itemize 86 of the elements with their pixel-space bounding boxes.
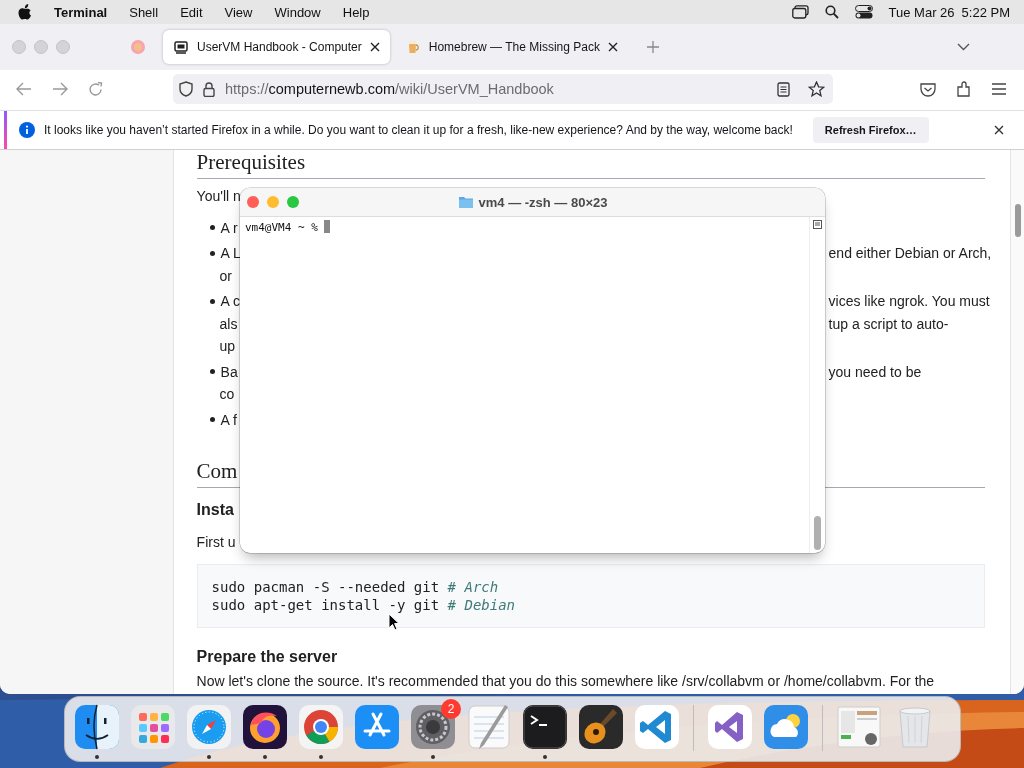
lock-icon[interactable] [203, 81, 215, 97]
list-item-text: A c [220, 292, 241, 311]
window-thumbnail-icon[interactable] [835, 703, 883, 751]
app-store-icon[interactable] [353, 703, 401, 751]
paragraph-text: First u [196, 533, 236, 550]
list-item-text: A L [220, 244, 241, 263]
reader-view-icon[interactable] [777, 81, 790, 97]
list-item-text: end either Debian or Arch, [828, 245, 992, 261]
app-menu[interactable]: Terminal [54, 4, 108, 20]
refresh-button[interactable]: Refresh Firefox… [812, 117, 929, 143]
list-item-text: als [219, 315, 238, 332]
paragraph-text: You'll n [196, 188, 241, 204]
notification-message: It looks like you haven’t started Firefox in a while. Do you want to clean it up for a fresh, like-new experience? And by the way, welcome back! [44, 123, 793, 137]
list-item-text: co [219, 386, 235, 402]
text-cursor [324, 220, 331, 233]
finder-icon[interactable] [73, 703, 121, 751]
extensions-icon[interactable] [956, 81, 972, 97]
section-heading: Com [196, 459, 238, 483]
bullet-dot [209, 417, 215, 423]
apple-icon[interactable] [18, 4, 32, 20]
window-title: vm4 — -zsh — 80×23 [478, 194, 608, 210]
menubar-time[interactable]: 5:22 PM [961, 4, 1010, 20]
bullet-dot [209, 298, 215, 304]
bullet-dot [209, 369, 215, 375]
list-item-text: A f [220, 410, 237, 430]
back-icon[interactable] [16, 82, 32, 96]
reload-icon[interactable] [88, 81, 103, 97]
url-text[interactable]: https://computernewb.com/wiki/UserVM_Handbook [225, 81, 554, 97]
windows-icon[interactable] [791, 5, 809, 19]
app-grid-icon[interactable] [129, 703, 177, 751]
menubar-date[interactable]: Tue Mar 26 [888, 4, 955, 20]
gear-icon[interactable] [409, 703, 457, 751]
menu-item[interactable]: View [224, 4, 253, 20]
pocket-icon[interactable] [920, 81, 936, 97]
menu-item[interactable]: Window [274, 4, 321, 20]
browser-tab[interactable]: Homebrew — The Missing Pack [394, 30, 628, 64]
list-item-text: A r [220, 218, 238, 238]
notification-badge: 2 [441, 699, 461, 719]
subsection-heading: Prepare the server [196, 648, 338, 665]
scrollbar-thumb[interactable] [814, 516, 821, 550]
code-editor-icon[interactable] [633, 703, 681, 751]
favicon-icon [173, 39, 189, 55]
code-line: sudo apt-get install -y git # Debian [211, 596, 516, 614]
guitar-icon[interactable] [577, 703, 625, 751]
folder-icon [457, 195, 474, 209]
terminal-icon[interactable] [521, 703, 569, 751]
section-heading: Prerequisites [196, 150, 306, 174]
bullet-dot [209, 250, 215, 256]
menu-item[interactable]: Edit [180, 4, 203, 20]
menu-item[interactable]: Help [342, 4, 370, 20]
code-line: sudo pacman -S --needed git # Arch [211, 578, 499, 596]
plus-icon[interactable] [646, 41, 659, 53]
list-item-text: Ba [220, 362, 238, 382]
weather-cloud-icon[interactable] [762, 703, 810, 751]
close-icon[interactable] [607, 42, 618, 52]
list-item-text: you need to be [828, 363, 922, 380]
shell-prompt: vm4@VM4 ~ % [245, 221, 319, 234]
list-item-text: up [219, 338, 236, 354]
subsection-heading: Insta [196, 501, 234, 518]
favicon-icon [130, 39, 146, 55]
compass-icon[interactable] [185, 703, 233, 751]
bullet-dot [209, 225, 215, 231]
menu-item[interactable]: Shell [129, 4, 159, 20]
close-button[interactable] [247, 196, 259, 208]
notepad-icon[interactable] [465, 703, 513, 751]
list-item-text: vices like ngrok. You must [828, 293, 990, 309]
close-icon[interactable] [994, 125, 1004, 135]
menu-icon[interactable] [992, 83, 1006, 95]
close-icon[interactable] [369, 42, 380, 52]
ring-logo-icon[interactable] [297, 703, 345, 751]
control-center-icon[interactable] [854, 5, 873, 19]
paragraph-text: Now let's clone the source. It's recommended that you do this somewhere like /srv/collabvm or /home/collabvm. For the [196, 672, 935, 689]
browser-tab[interactable]: UserVM Handbook - Computer [163, 30, 390, 64]
infinity-logo-icon[interactable] [706, 703, 754, 751]
list-item-text: tup a script to auto- [828, 315, 949, 332]
search-icon[interactable] [824, 5, 839, 19]
info-icon [19, 122, 35, 138]
fox-globe-icon[interactable] [241, 703, 289, 751]
shield-icon[interactable] [179, 81, 193, 97]
list-item-text: or [219, 267, 233, 284]
forward-icon[interactable] [52, 82, 68, 96]
chevron-down-icon[interactable] [957, 43, 970, 51]
address-bar[interactable]: https://computernewb.com/wiki/UserVM_Handbook [173, 74, 833, 104]
star-icon[interactable] [808, 81, 825, 97]
scrollbar-thumb[interactable] [1015, 204, 1022, 237]
list-icon[interactable] [813, 220, 822, 229]
